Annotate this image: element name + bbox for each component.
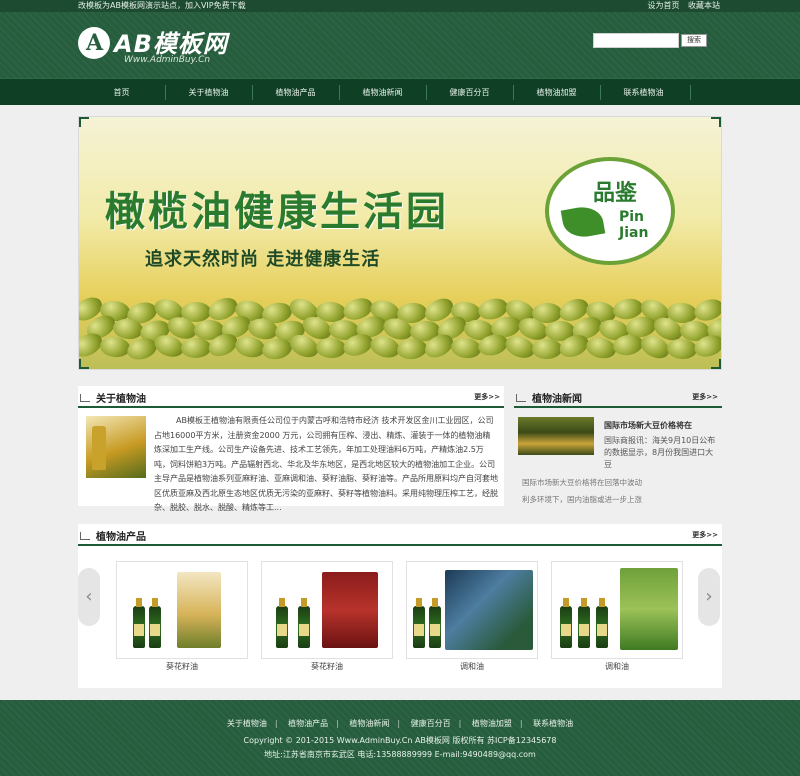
header: 改模板为AB模板网演示站点，加入VIP免费下载 设为首页 收藏本站 A AB模板… [0,0,800,78]
search-box: 搜索 [593,33,719,51]
product-image [551,561,683,659]
product-image [116,561,248,659]
footer-link-about[interactable]: 关于植物油 [227,719,267,728]
footer-link-news[interactable]: 植物油新闻 [349,719,389,728]
hero-banner[interactable]: 橄榄油健康生活园 追求天然时尚 走进健康生活 品鉴 Pin Jian [78,116,722,370]
news-list-item[interactable]: 利多环境下，国内油脂或进一步上涨 [522,491,722,508]
products-title: 植物油产品 [96,532,146,543]
news-image[interactable] [518,417,594,455]
product-caption: 调和油 [460,662,484,671]
olive-shape [396,337,428,361]
product-image [261,561,393,659]
chart-icon [516,394,526,402]
chevron-left-icon[interactable]: ‹ [78,568,100,626]
footer-link-franchise[interactable]: 植物油加盟 [472,719,512,728]
banner-headline: 橄榄油健康生活园 [105,189,449,235]
olive-shape [531,338,563,360]
nav-divider [690,85,691,100]
about-image [86,416,146,478]
products-header: 植物油产品 更多>> [78,524,722,546]
news-list-item[interactable]: 国际市场新大豆价格将在回落中波动 [522,474,722,491]
footer-link-products[interactable]: 植物油产品 [288,719,328,728]
banner-corner [711,117,721,127]
olive-shape [666,337,698,361]
nav-item-about[interactable]: 关于植物油 [165,79,252,106]
product-card[interactable]: 调和油 [551,561,683,683]
about-section: 关于植物油 更多>> AB模板王植物油有限责任公司位于内蒙古呼和浩特市经济 技术… [78,386,504,512]
footer-address: 地址:江苏省南京市玄武区 电话:13588889999 E-mail:94904… [264,750,536,759]
news-title: 植物油新闻 [532,394,582,405]
logo-name: AB模板网 [114,30,228,58]
olive-shape [180,337,212,359]
logo-subtitle: Www.AdminBuy.Cn [124,55,211,65]
footer-copyright: Copyright © 201-2015 Www.AdminBuy.Cn AB模… [243,736,557,745]
nav-item-franchise[interactable]: 植物油加盟 [513,79,600,106]
product-caption: 调和油 [605,662,629,671]
search-input[interactable] [593,33,679,48]
logo[interactable]: A AB模板网 Www.AdminBuy.Cn [78,24,268,72]
news-list: 国际市场新大豆价格将在回落中波动 利多环境下，国内油脂或进一步上涨 [522,474,722,508]
news-header: 植物油新闻 更多>> [514,386,722,408]
product-card[interactable]: 葵花籽油 [261,561,393,683]
about-text: AB模板王植物油有限责任公司位于内蒙古呼和浩特市经济 技术开发区金川工业园区，公… [154,416,498,512]
leaf-icon [560,203,606,241]
nav-item-news[interactable]: 植物油新闻 [339,79,426,106]
product-caption: 葵花籽油 [166,662,198,671]
nav-item-health[interactable]: 健康百分百 [426,79,513,106]
nav-item-home[interactable]: 首页 [78,79,165,106]
footer-nav: 关于植物油 | 植物油产品 | 植物油新闻 | 健康百分百 | 植物油加盟 | 联系植物油 [226,719,574,728]
about-header: 关于植物油 更多>> [78,386,504,408]
footer: 关于植物油 | 植物油产品 | 植物油新闻 | 健康百分百 | 植物油加盟 | 联系植物油… [0,700,800,776]
top-links: 设为首页 收藏本站 [641,0,720,12]
set-homepage-link[interactable]: 设为首页 [647,1,679,10]
product-card[interactable]: 葵花籽油 [116,561,248,683]
badge-en: Pin Jian [619,209,649,241]
badge-cn: 品鉴 [593,181,638,206]
news-feature-desc: 国际商报讯：海关9月10日公布的数据显示，8月份我国进口大豆 [604,436,716,469]
footer-link-health[interactable]: 健康百分百 [411,719,451,728]
products-section: 植物油产品 更多>> ‹ 葵花籽油 葵花籽油 调和油 调和油 › [78,524,722,688]
news-feature-title[interactable]: 国际市场新大豆价格将在 [604,420,692,431]
olives-image [79,292,721,369]
product-card[interactable]: 调和油 [406,561,538,683]
chevron-right-icon[interactable]: › [698,568,720,626]
olive-shape [315,337,347,359]
product-image [406,561,538,659]
news-more-link[interactable]: 更多>> [692,392,718,402]
chart-icon [80,394,90,402]
about-more-link[interactable]: 更多>> [474,392,500,402]
banner-corner [79,117,89,127]
nav-item-products[interactable]: 植物油产品 [252,79,339,106]
main-nav: 首页 关于植物油 植物油产品 植物油新闻 健康百分百 植物油加盟 联系植物油 [0,78,800,105]
nav-item-contact[interactable]: 联系植物油 [600,79,687,106]
bookmark-link[interactable]: 收藏本站 [688,1,720,10]
products-more-link[interactable]: 更多>> [692,530,718,540]
footer-link-contact[interactable]: 联系植物油 [533,719,573,728]
search-button[interactable]: 搜索 [681,34,707,47]
top-bar: 改模板为AB模板网演示站点，加入VIP免费下载 设为首页 收藏本站 [0,0,800,12]
chart-icon [80,532,90,540]
about-title: 关于植物油 [96,394,146,405]
banner-tagline: 追求天然时尚 走进健康生活 [145,249,381,270]
news-section: 植物油新闻 更多>> 国际市场新大豆价格将在 国际商报讯：海关9月10日公布的数… [514,386,722,506]
product-caption: 葵花籽油 [311,662,343,671]
logo-mark-icon: A [78,27,110,59]
banner-badge: 品鉴 Pin Jian [545,157,675,265]
top-notice: 改模板为AB模板网演示站点，加入VIP免费下载 [78,1,246,10]
